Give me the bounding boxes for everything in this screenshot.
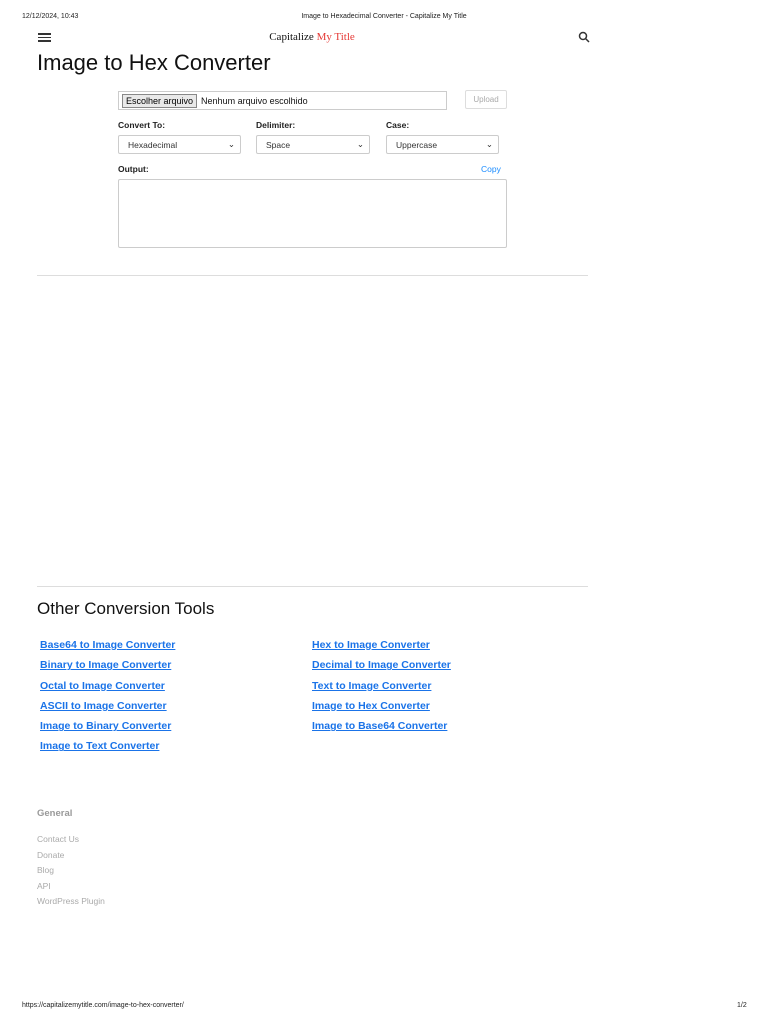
print-page-number: 1/2 xyxy=(737,1002,747,1009)
case-label: Case: xyxy=(386,120,410,130)
tools-right-list: Hex to Image Converter Decimal to Image … xyxy=(312,635,451,736)
footer-link[interactable]: API xyxy=(37,879,105,895)
case-select[interactable]: Uppercase ⌄ xyxy=(386,135,499,154)
delimiter-select[interactable]: Space ⌄ xyxy=(256,135,370,154)
footer-heading: General xyxy=(37,808,73,819)
divider xyxy=(37,275,588,276)
page-title: Image to Hex Converter xyxy=(37,50,271,75)
delimiter-value: Space xyxy=(266,139,291,150)
output-textarea[interactable] xyxy=(118,179,507,248)
footer-link[interactable]: WordPress Plugin xyxy=(37,894,105,910)
search-icon[interactable] xyxy=(578,31,590,43)
convert-to-label: Convert To: xyxy=(118,120,166,130)
footer-link[interactable]: Donate xyxy=(37,848,105,864)
file-input[interactable]: Escolher arquivo Nenhum arquivo escolhido xyxy=(118,91,447,110)
convert-to-value: Hexadecimal xyxy=(128,139,178,150)
chevron-down-icon: ⌄ xyxy=(227,139,235,149)
brand-part2: My Title xyxy=(316,31,355,43)
output-label: Output: xyxy=(118,164,149,174)
brand-part1: Capitalize xyxy=(269,31,314,43)
tool-link[interactable]: Image to Hex Converter xyxy=(312,696,451,716)
delimiter-label: Delimiter: xyxy=(256,120,296,130)
tool-link[interactable]: ASCII to Image Converter xyxy=(40,696,175,716)
tool-link[interactable]: Image to Base64 Converter xyxy=(312,716,451,736)
other-tools-heading: Other Conversion Tools xyxy=(37,599,215,618)
tool-link[interactable]: Image to Binary Converter xyxy=(40,716,175,736)
chevron-down-icon: ⌄ xyxy=(356,139,364,149)
convert-to-select[interactable]: Hexadecimal ⌄ xyxy=(118,135,241,154)
tool-link[interactable]: Binary to Image Converter xyxy=(40,655,175,675)
tool-link[interactable]: Octal to Image Converter xyxy=(40,676,175,696)
tool-link[interactable]: Text to Image Converter xyxy=(312,676,451,696)
file-status: Nenhum arquivo escolhido xyxy=(201,95,308,106)
choose-file-button[interactable]: Escolher arquivo xyxy=(122,93,198,108)
copy-button[interactable]: Copy xyxy=(481,164,501,174)
print-url: https://capitalizemytitle.com/image-to-h… xyxy=(22,1002,184,1009)
divider xyxy=(37,586,588,587)
footer-link[interactable]: Contact Us xyxy=(37,832,105,848)
tool-link[interactable]: Base64 to Image Converter xyxy=(40,635,175,655)
footer-link[interactable]: Blog xyxy=(37,863,105,879)
case-value: Uppercase xyxy=(396,139,438,150)
tools-left-list: Base64 to Image Converter Binary to Imag… xyxy=(40,635,175,757)
tool-link[interactable]: Image to Text Converter xyxy=(40,736,175,756)
upload-button[interactable]: Upload xyxy=(465,90,507,109)
tool-link[interactable]: Decimal to Image Converter xyxy=(312,655,451,675)
tool-link[interactable]: Hex to Image Converter xyxy=(312,635,451,655)
chevron-down-icon: ⌄ xyxy=(485,139,493,149)
footer-links: Contact Us Donate Blog API WordPress Plu… xyxy=(37,832,105,910)
print-title: Image to Hexadecimal Converter - Capital… xyxy=(301,13,467,20)
brand-logo[interactable]: Capitalize My Title xyxy=(0,31,624,43)
